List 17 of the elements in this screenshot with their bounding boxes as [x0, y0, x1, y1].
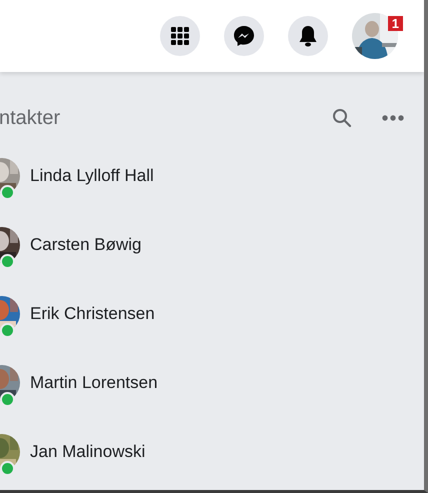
grid-icon — [171, 27, 189, 45]
chat-bubble-icon — [233, 25, 255, 47]
bell-icon — [298, 25, 318, 47]
section-title: ntakter — [0, 106, 62, 130]
more-button[interactable] — [382, 115, 404, 121]
menu-grid-button[interactable] — [160, 16, 200, 56]
contact-name[interactable]: Erik Christensen — [30, 304, 155, 324]
contact-name[interactable]: Carsten Bøwig — [30, 235, 142, 255]
search-icon — [332, 108, 352, 128]
messenger-button[interactable] — [224, 16, 264, 56]
contact-name[interactable]: Jan Malinowski — [30, 442, 146, 462]
more-icon — [382, 115, 404, 121]
search-button[interactable] — [332, 108, 352, 128]
notifications-button[interactable] — [288, 16, 328, 56]
contact-name[interactable]: Linda Lylloff Hall — [30, 166, 154, 186]
contact-name[interactable]: Martin Lorentsen — [30, 373, 158, 393]
notification-badge: 1 — [388, 16, 403, 31]
